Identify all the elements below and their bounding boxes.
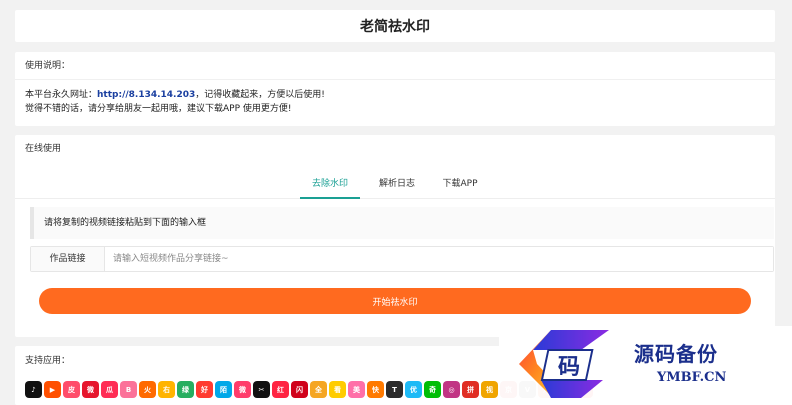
kuaishou-lite-icon: 快 (367, 381, 384, 398)
douyin-icon: ♪ (25, 381, 42, 398)
usage-line1-suffix: ，记得收藏起来，方便以后使用! (195, 90, 325, 100)
bilibili-icon: B (120, 381, 137, 398)
xigua-icon: 瓜 (101, 381, 118, 398)
link-field-label: 作品链接 (31, 247, 105, 271)
link-field-row: 作品链接 (30, 246, 774, 272)
online-use-heading: 在线使用 (25, 144, 62, 154)
video-link-input[interactable] (105, 247, 773, 271)
haokan-icon: 好 (196, 381, 213, 398)
tab-bar: 去除水印 解析日志 下载APP (15, 175, 775, 199)
shanpai-icon: 闪 (291, 381, 308, 398)
iqiyi-icon: 奇 (424, 381, 441, 398)
kuaikan-icon: 看 (329, 381, 346, 398)
title-card: 老简祛水印 (15, 10, 775, 42)
pinduoduo-icon: 拼 (462, 381, 479, 398)
usage-info-card: 使用说明： 本平台永久网址：http://8.134.14.203，记得收藏起来… (15, 52, 775, 126)
watermark-logo-icon: 码 (519, 330, 609, 398)
tab-remove-watermark[interactable]: 去除水印 (300, 175, 360, 199)
platform-url-link[interactable]: http://8.134.14.203 (97, 90, 195, 100)
instagram-icon: ◎ (443, 381, 460, 398)
pipixia-icon: 皮 (63, 381, 80, 398)
tab-parse-log[interactable]: 解析日志 (367, 175, 427, 199)
weishi-icon: 微 (234, 381, 251, 398)
zuiyou-icon: 右 (158, 381, 175, 398)
momo-icon: 陌 (215, 381, 232, 398)
xiaohongshu-icon: 红 (272, 381, 289, 398)
quanmin-icon: 全 (310, 381, 327, 398)
meipai-icon: 美 (348, 381, 365, 398)
tiktok-icon: T (386, 381, 403, 398)
kuaishou-icon: ▶ (44, 381, 61, 398)
usage-info-line2: 觉得不错的话，请分享给朋友一起用哦，建议下载APP 使用更方便! (25, 104, 292, 114)
lvzhou-icon: 绿 (177, 381, 194, 398)
capcut-icon: ✂ (253, 381, 270, 398)
start-remove-watermark-button[interactable]: 开始祛水印 (39, 288, 751, 314)
tab-download-app[interactable]: 下载APP (430, 175, 490, 199)
weibo-icon: 微 (82, 381, 99, 398)
usage-line1-prefix: 本平台永久网址： (25, 90, 98, 100)
watermark-text-en: YMBF.CN (657, 370, 727, 385)
online-use-card: 在线使用 去除水印 解析日志 下载APP 请将复制的视频链接粘贴到下面的输入框 … (15, 135, 775, 337)
site-watermark: 码 源码备份 YMBF.CN (499, 326, 792, 405)
watermark-text-cn: 源码备份 (634, 342, 718, 366)
youku-icon: 优 (405, 381, 422, 398)
usage-info-line1: 本平台永久网址：http://8.134.14.203，记得收藏起来，方便以后使… (25, 88, 765, 102)
paste-hint: 请将复制的视频链接粘贴到下面的输入框 (30, 207, 774, 239)
usage-info-body: 本平台永久网址：http://8.134.14.203，记得收藏起来，方便以后使… (15, 80, 775, 124)
usage-info-heading: 使用说明： (15, 52, 775, 80)
huoshan-icon: 火 (139, 381, 156, 398)
weixin-icon: 视 (481, 381, 498, 398)
watermark-logo-char: 码 (558, 354, 580, 380)
page-title: 老简祛水印 (360, 19, 430, 35)
